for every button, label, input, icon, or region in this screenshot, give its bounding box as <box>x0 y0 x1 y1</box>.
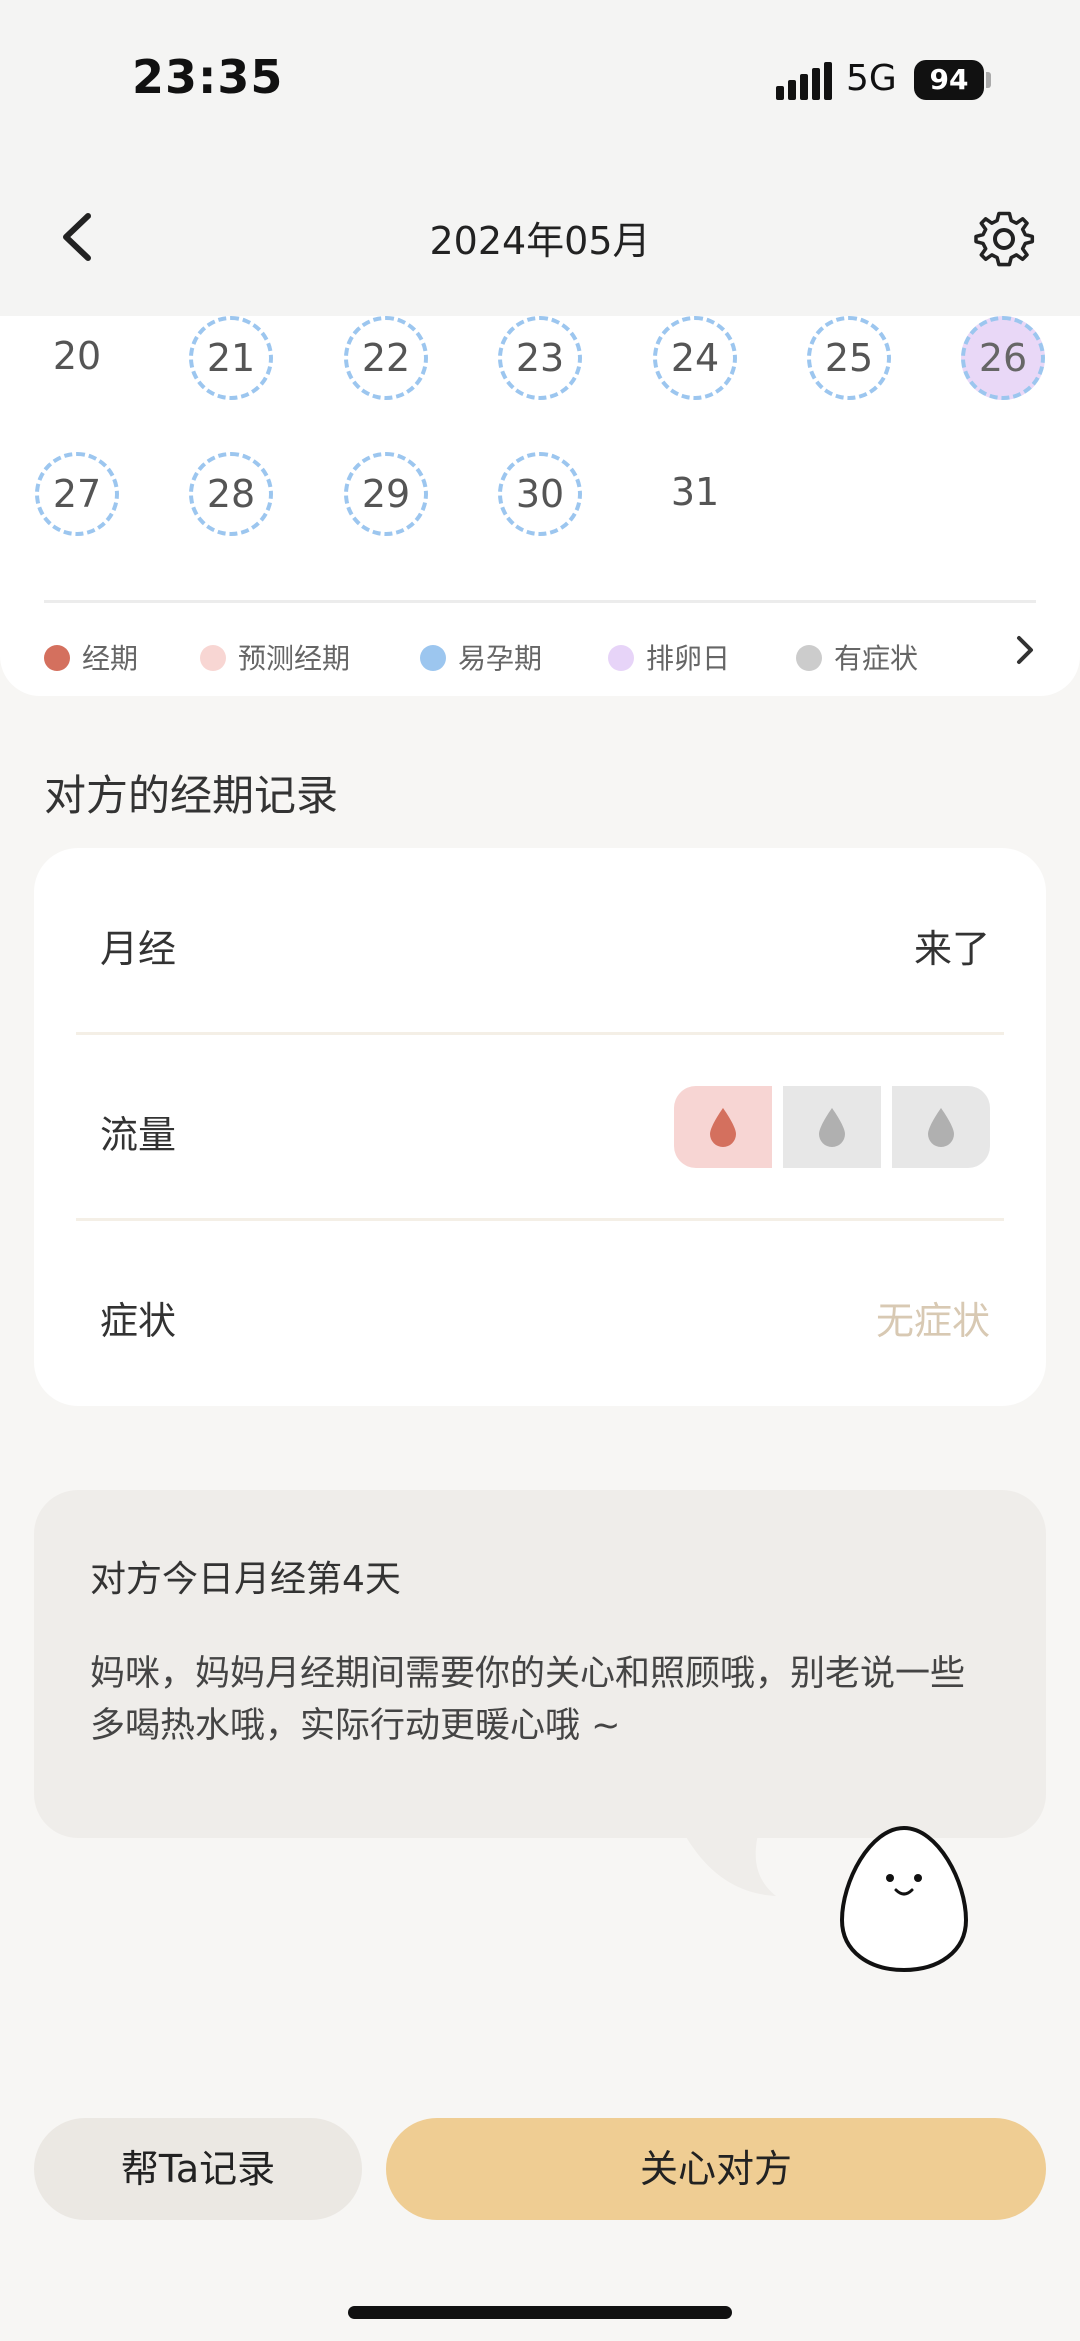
calendar-day[interactable]: 31 <box>653 452 737 536</box>
calendar-day-fertile[interactable]: 21 <box>189 316 273 400</box>
signal-icon <box>776 62 832 100</box>
flow-level-1[interactable] <box>674 1086 772 1168</box>
symptom-value[interactable]: 无症状 <box>876 1290 990 1345</box>
legend-symptom: 有症状 <box>796 634 918 684</box>
care-button[interactable]: 关心对方 <box>386 2118 1046 2220</box>
chevron-left-icon[interactable] <box>50 202 110 272</box>
status-time: 23:35 <box>132 50 284 104</box>
tip-title: 对方今日月经第4天 <box>90 1559 401 1600</box>
calendar-day-fertile[interactable]: 22 <box>344 316 428 400</box>
legend-dot-ovulation <box>608 645 634 671</box>
legend-dot-predicted <box>200 645 226 671</box>
egg-mascot-icon <box>839 1825 969 1973</box>
tip-body: 妈咪，妈妈月经期间需要你的关心和照顾哦，别老说一些多喝热水哦，实际行动更暖心哦 … <box>90 1654 966 1746</box>
help-record-button[interactable]: 帮Ta记录 <box>34 2118 362 2220</box>
legend-ovulation: 排卵日 <box>608 634 730 684</box>
blood-drop-icon <box>710 1108 736 1147</box>
legend-label: 排卵日 <box>646 642 731 675</box>
calendar-day-fertile[interactable]: 25 <box>807 316 891 400</box>
calendar-card: 20 21 22 23 24 25 26 27 28 29 30 31 经期 预… <box>0 316 1080 696</box>
calendar-day[interactable]: 20 <box>35 316 119 400</box>
legend-fertile: 易孕期 <box>420 634 542 684</box>
legend-label: 有症状 <box>834 642 919 675</box>
network-type: 5G <box>846 58 897 99</box>
legend-predicted-period: 预测经期 <box>200 634 350 684</box>
calendar-day-fertile[interactable]: 30 <box>498 452 582 536</box>
legend-dot-symptom <box>796 645 822 671</box>
blood-drop-icon <box>928 1108 954 1147</box>
period-label: 月经 <box>100 927 177 971</box>
battery-tip <box>986 72 991 88</box>
calendar-day-fertile[interactable]: 29 <box>344 452 428 536</box>
row-divider <box>76 1218 1004 1221</box>
calendar-day-fertile[interactable]: 23 <box>498 316 582 400</box>
symptom-label: 症状 <box>100 1299 177 1343</box>
legend-period: 经期 <box>44 634 138 684</box>
legend-dot-fertile <box>420 645 446 671</box>
period-record-card: 月经 来了 流量 症状 无症状 <box>34 848 1046 1406</box>
legend-label: 预测经期 <box>238 642 351 675</box>
flow-level-2[interactable] <box>783 1086 881 1168</box>
chevron-right-icon[interactable] <box>1010 630 1040 670</box>
section-title: 对方的经期记录 <box>44 771 339 820</box>
tip-bubble: 对方今日月经第4天 妈咪，妈妈月经期间需要你的关心和照顾哦，别老说一些多喝热水哦… <box>34 1490 1046 1838</box>
page-title: 2024年05月 <box>429 219 651 263</box>
calendar-day-ovulation[interactable]: 26 <box>961 316 1045 400</box>
calendar-day-fertile[interactable]: 27 <box>35 452 119 536</box>
calendar-divider <box>44 600 1036 603</box>
battery-level: 94 <box>929 63 969 96</box>
flow-label: 流量 <box>100 1113 177 1157</box>
legend-label: 易孕期 <box>458 642 543 675</box>
period-value[interactable]: 来了 <box>914 918 990 973</box>
home-indicator <box>348 2306 732 2319</box>
flow-level-3[interactable] <box>892 1086 990 1168</box>
gear-icon[interactable] <box>972 206 1036 270</box>
blood-drop-icon <box>819 1108 845 1147</box>
calendar-day-fertile[interactable]: 24 <box>653 316 737 400</box>
status-bar: 23:35 5G 94 <box>0 0 1080 160</box>
header: 2024年05月 <box>0 160 1080 316</box>
calendar-day-fertile[interactable]: 28 <box>189 452 273 536</box>
legend-label: 经期 <box>82 642 139 675</box>
bubble-tail <box>680 1826 776 1896</box>
legend-dot-period <box>44 645 70 671</box>
battery-icon: 94 <box>914 60 984 100</box>
row-divider <box>76 1032 1004 1035</box>
